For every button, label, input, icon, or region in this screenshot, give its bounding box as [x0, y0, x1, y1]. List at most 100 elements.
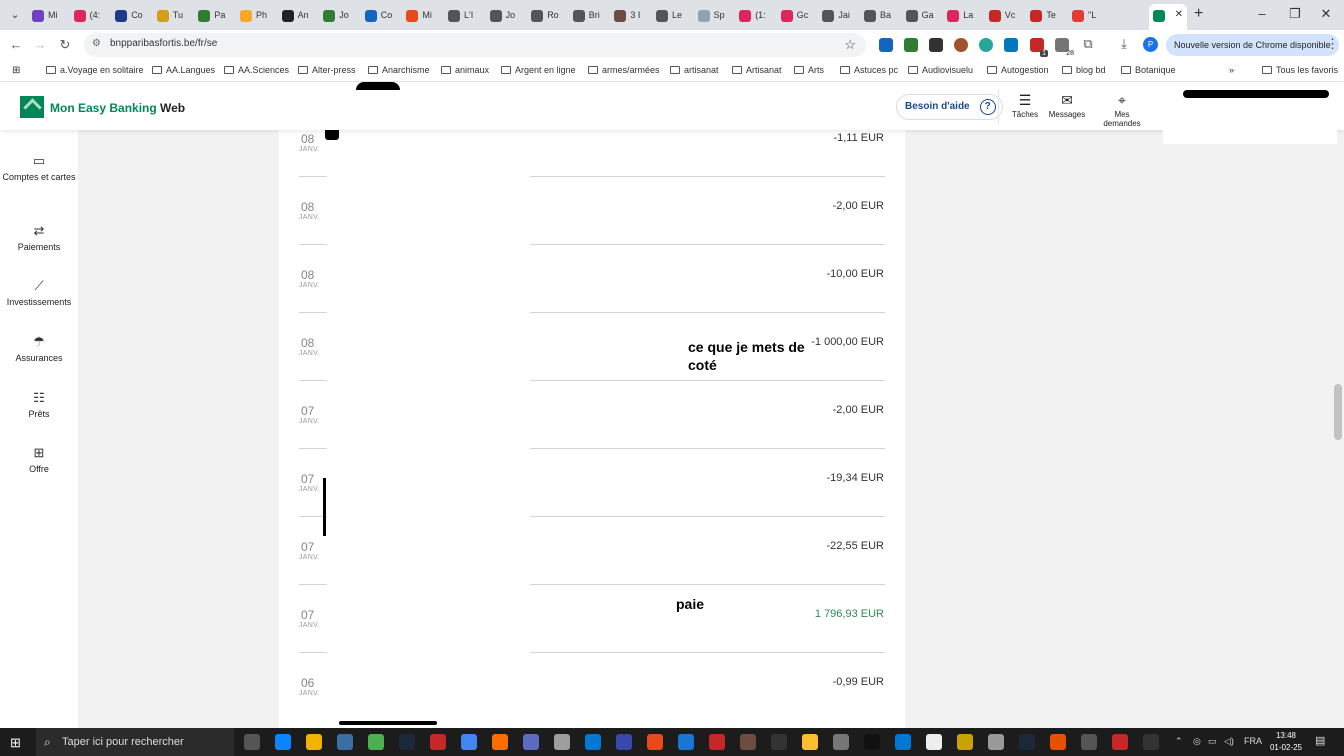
browser-tab[interactable]: Le [652, 4, 692, 26]
nav-offer[interactable]: ⊞ Offre [0, 446, 78, 476]
taskbar-app-icon[interactable] [337, 734, 353, 750]
taskbar-app-icon[interactable] [1081, 734, 1097, 750]
browser-tab[interactable]: Mi [402, 4, 442, 26]
site-info-icon[interactable]: ⚙ [92, 38, 101, 49]
apps-grid-icon[interactable]: ⊞ [12, 65, 20, 76]
taskbar-app-icon[interactable] [1143, 734, 1159, 750]
minimize-icon[interactable]: – [1252, 6, 1272, 21]
browser-tab[interactable]: Co [111, 4, 151, 26]
notification-icon[interactable]: ▤ [1315, 734, 1325, 747]
chrome-update-button[interactable]: Nouvelle version de Chrome disponible [1166, 34, 1339, 56]
browser-tab[interactable]: Gc [777, 4, 817, 26]
taskbar-app-icon[interactable] [585, 734, 601, 750]
header-messages-button[interactable]: ✉ Messages [1042, 92, 1092, 119]
tab-search-icon[interactable]: ⌄ [6, 6, 24, 24]
browser-tab[interactable]: Jai [818, 4, 858, 26]
taskbar-app-icon[interactable] [275, 734, 291, 750]
taskbar-app-icon[interactable] [678, 734, 694, 750]
browser-tab[interactable]: (1: [735, 4, 775, 26]
browser-tab[interactable]: Ga [902, 4, 942, 26]
all-bookmarks-folder[interactable]: Tous les favoris [1262, 65, 1338, 75]
extension-icon[interactable] [904, 38, 918, 52]
taskbar-search[interactable]: ⌕ Taper ici pour rechercher [36, 728, 234, 756]
transaction-row[interactable]: 07 JANV. -2,00 EUR [279, 396, 905, 464]
bank-logo-icon[interactable] [20, 96, 44, 118]
taskbar-app-icon[interactable] [368, 734, 384, 750]
browser-tab[interactable]: Sp [694, 4, 734, 26]
nav-accounts-cards[interactable]: ▭ Comptes et cartes [0, 154, 78, 184]
bookmark-folder[interactable]: Argent en ligne [501, 65, 576, 75]
bookmark-star-icon[interactable]: ☆ [844, 37, 856, 53]
taskbar-app-icon[interactable] [1050, 734, 1066, 750]
browser-tab[interactable]: Jo [319, 4, 359, 26]
browser-tab[interactable]: Tu [153, 4, 193, 26]
transaction-row[interactable]: 08 JANV. -10,00 EUR [279, 260, 905, 328]
extension-icon[interactable] [879, 38, 893, 52]
transaction-row[interactable]: 07 JANV. 1 796,93 EUR [279, 600, 905, 668]
extension-icon[interactable] [979, 38, 993, 52]
taskbar-app-icon[interactable] [833, 734, 849, 750]
browser-tab[interactable]: (4: [70, 4, 110, 26]
taskbar-app-icon[interactable] [399, 734, 415, 750]
taskbar-app-icon[interactable] [554, 734, 570, 750]
bookmark-folder[interactable]: Botanique [1121, 65, 1176, 75]
bookmark-folder[interactable]: animaux [441, 65, 489, 75]
windows-start-icon[interactable]: ⊞ [10, 735, 21, 751]
extensions-puzzle-icon[interactable]: ⧉ [1080, 36, 1096, 52]
taskbar-app-icon[interactable] [1019, 734, 1035, 750]
taskbar-app-icon[interactable] [895, 734, 911, 750]
taskbar-app-icon[interactable] [306, 734, 322, 750]
transaction-row[interactable]: 06 JANV. -0,99 EUR [279, 668, 905, 728]
taskbar-app-icon[interactable] [926, 734, 942, 750]
reload-icon[interactable]: ↻ [57, 37, 73, 53]
transaction-row[interactable]: 07 JANV. -22,55 EUR [279, 532, 905, 600]
extension-icon[interactable] [929, 38, 943, 52]
new-tab-icon[interactable]: + [1194, 5, 1203, 23]
bookmark-folder[interactable]: Artisanat [732, 65, 782, 75]
bookmark-folder[interactable]: Audiovisuelu [908, 65, 973, 75]
taskbar-clock[interactable]: 13:48 01-02-25 [1268, 730, 1304, 754]
extension-icon[interactable] [1004, 38, 1018, 52]
language-indicator[interactable]: FRA [1244, 736, 1262, 746]
taskbar-app-icon[interactable] [740, 734, 756, 750]
bookmark-folder[interactable]: blog bd [1062, 65, 1106, 75]
close-tab-icon[interactable]: ✕ [1175, 4, 1183, 26]
taskbar-app-icon[interactable] [1112, 734, 1128, 750]
browser-tab[interactable]: Ro [527, 4, 567, 26]
browser-tab[interactable]: Co [361, 4, 401, 26]
app-brand[interactable]: Mon Easy Banking Web [50, 101, 185, 115]
extension-icon[interactable]: 28 [1055, 38, 1074, 57]
browser-tab[interactable]: Ph [236, 4, 276, 26]
maximize-icon[interactable]: ❐ [1285, 6, 1305, 22]
taskbar-app-icon[interactable] [523, 734, 539, 750]
transaction-row[interactable]: 07 JANV. -19,34 EUR [279, 464, 905, 532]
nav-payments[interactable]: ⇄ Paiements [0, 224, 78, 254]
back-icon[interactable]: ← [8, 37, 24, 52]
bookmark-folder[interactable]: Anarchisme [368, 65, 430, 75]
bookmark-folder[interactable]: AA.Langues [152, 65, 215, 75]
more-bookmarks-icon[interactable]: » [1229, 65, 1234, 75]
nav-insurance[interactable]: ☂ Assurances [0, 335, 78, 365]
taskbar-app-icon[interactable] [461, 734, 477, 750]
browser-tab[interactable]: Bri [569, 4, 609, 26]
browser-tab[interactable]: Te [1026, 4, 1066, 26]
bookmark-folder[interactable]: a.Voyage en solitaire [46, 65, 144, 75]
help-button[interactable]: Besoin d'aide? [896, 94, 1003, 120]
browser-tab[interactable]: La [943, 4, 983, 26]
address-bar[interactable]: ⚙ bnpparibasfortis.be/fr/se ☆ [84, 33, 866, 57]
taskbar-app-icon[interactable] [988, 734, 1004, 750]
taskbar-app-icon[interactable] [430, 734, 446, 750]
bookmark-folder[interactable]: artisanat [670, 65, 719, 75]
taskbar-app-icon[interactable] [244, 734, 260, 750]
taskbar-app-icon[interactable] [647, 734, 663, 750]
bookmark-folder[interactable]: Autogestion [987, 65, 1049, 75]
browser-tab[interactable]: "L [1068, 4, 1108, 26]
close-window-icon[interactable]: ✕ [1316, 6, 1336, 22]
bookmark-folder[interactable]: Astuces pc [840, 65, 898, 75]
browser-tab[interactable]: Jo [486, 4, 526, 26]
browser-tab[interactable]: Mi [28, 4, 68, 26]
bookmark-folder[interactable]: armes/armées [588, 65, 660, 75]
volume-icon[interactable]: ◁) [1224, 736, 1234, 747]
bookmark-folder[interactable]: Arts [794, 65, 824, 75]
taskbar-app-icon[interactable] [864, 734, 880, 750]
